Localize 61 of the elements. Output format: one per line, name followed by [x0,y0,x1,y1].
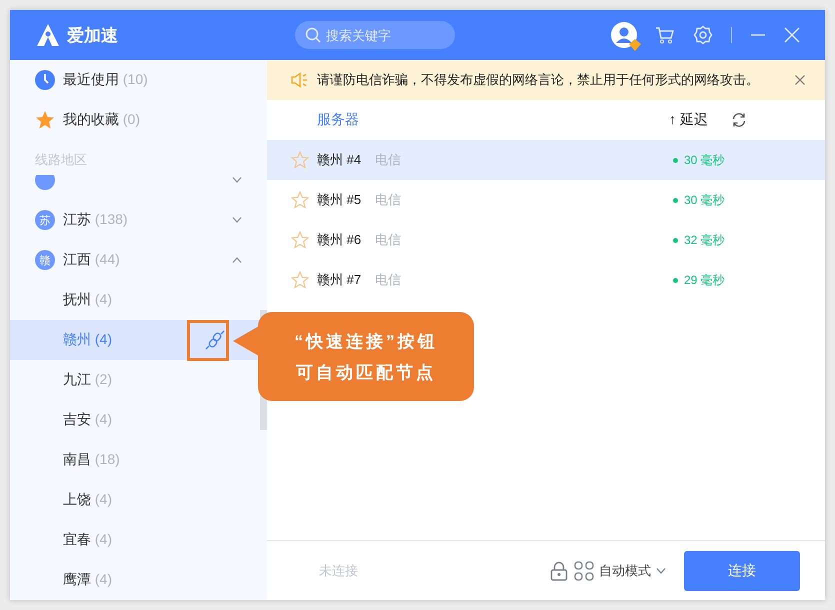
server-row[interactable]: 赣州 #5 电信 30 毫秒 [267,180,825,220]
grid-icon [574,560,594,580]
sidebar-item[interactable]: 最近使用 (10) [10,60,267,100]
link-icon [205,330,225,350]
settings-icon[interactable] [693,25,713,45]
server-name: 赣州 #7 [317,271,362,289]
province-badge [35,175,55,190]
server-row[interactable]: 赣州 #4 电信 30 毫秒 [267,140,825,180]
star-icon [35,110,55,130]
server-row[interactable]: 赣州 #7 电信 29 毫秒 [267,260,825,300]
star-icon[interactable] [291,271,309,289]
caret-icon [656,568,666,574]
province-badge: 苏 [35,210,55,230]
server-name: 赣州 #6 [317,231,362,249]
refresh-icon[interactable] [731,112,747,128]
connection-status: 未连接 [319,562,358,580]
server-row[interactable]: 赣州 #6 电信 32 毫秒 [267,220,825,260]
status-dot-icon [673,158,678,162]
status-dot-icon [673,198,678,202]
star-icon[interactable] [291,151,309,169]
latency-value: 30 毫秒 [684,192,725,208]
diamond-icon [629,39,641,51]
connect-button[interactable]: 连接 [684,550,800,590]
isp-label: 电信 [375,191,402,209]
mode-dropdown[interactable]: 自动模式 [574,560,666,580]
city-item[interactable]: 抚州 (4) [10,280,267,320]
speaker-icon [291,72,309,88]
city-item[interactable]: 南昌 (18) [10,440,267,480]
isp-label: 电信 [375,231,402,249]
user-silhouette-icon [611,22,637,48]
region-item[interactable]: 苏 江苏 (138) [10,200,267,240]
city-item[interactable]: 鹰潭 (4) [10,560,267,600]
server-name: 赣州 #4 [317,151,362,169]
latency-value: 30 毫秒 [684,152,725,168]
search-icon [305,27,321,43]
region-item[interactable]: 赣 江西 (44) [10,240,267,280]
star-icon[interactable] [291,231,309,249]
logo-icon [35,23,61,47]
city-item[interactable]: 上饶 (4) [10,480,267,520]
lock-icon[interactable] [550,560,568,580]
notice-text: 请谨防电信诈骗，不得发布虚假的网络言论，禁止用于任何形式的网络攻击。 [317,71,759,89]
clock-icon [35,70,55,90]
latency-value: 32 毫秒 [684,232,725,248]
isp-label: 电信 [375,151,402,169]
column-header[interactable]: 服务器 [317,111,669,129]
callout-text: 可自动匹配节点 [296,362,436,384]
server-name: 赣州 #5 [317,191,362,209]
star-icon[interactable] [291,191,309,209]
city-item[interactable]: 宜春 (4) [10,520,267,560]
latency-value: 29 毫秒 [684,272,725,288]
callout-text: “快速连接”按钮 [294,330,438,352]
sidebar-item[interactable]: 我的收藏 (0) [10,100,267,140]
app-name: 爱加速 [67,24,118,46]
status-dot-icon [673,238,678,242]
highlight-frame [187,320,229,361]
close-icon[interactable] [795,75,805,85]
province-badge: 赣 [35,250,55,270]
status-dot-icon [673,278,678,282]
cart-icon[interactable] [655,26,675,44]
isp-label: 电信 [375,271,402,289]
column-header[interactable]: ↑ 延迟 [669,111,731,129]
